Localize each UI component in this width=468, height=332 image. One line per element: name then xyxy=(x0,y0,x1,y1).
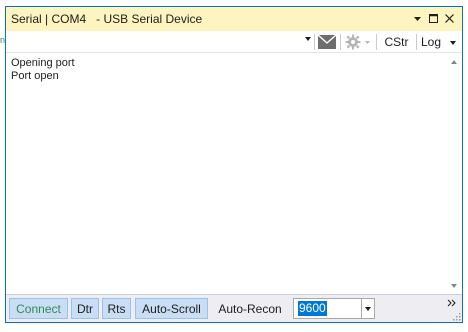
dtr-toggle-button[interactable]: Dtr xyxy=(71,298,99,319)
toolbar-separator xyxy=(376,34,377,50)
chevron-down-icon xyxy=(450,41,456,45)
title-bar[interactable]: Serial | COM4 - USB Serial Device xyxy=(6,7,462,31)
app-root: n Serial | COM4 - USB Serial Device CStr… xyxy=(0,0,468,332)
cstr-button[interactable]: CStr xyxy=(379,32,414,52)
log-output[interactable]: Opening port Port open xyxy=(6,54,446,294)
send-message-button[interactable] xyxy=(316,32,338,52)
baud-rate-dropdown-button[interactable] xyxy=(361,299,374,318)
toolbar: CStr Log xyxy=(6,31,462,53)
restore-icon xyxy=(429,14,438,23)
toolbar-separator xyxy=(416,34,417,50)
chevron-down-icon xyxy=(365,307,371,311)
auto-recon-toggle-button[interactable]: Auto-Recon xyxy=(211,298,289,319)
baud-rate-value[interactable]: 9600 xyxy=(298,301,327,316)
toolbar-overflow-button[interactable] xyxy=(447,299,457,309)
scroll-down-arrow-icon[interactable] xyxy=(451,284,457,288)
auto-scroll-toggle-button[interactable]: Auto-Scroll xyxy=(135,298,208,319)
log-line: Opening port xyxy=(11,57,75,69)
restore-button[interactable] xyxy=(427,11,440,26)
envelope-icon xyxy=(317,34,337,49)
scroll-up-arrow-icon[interactable] xyxy=(451,60,457,64)
baud-rate-combobox[interactable]: 9600 xyxy=(293,298,375,319)
gear-icon xyxy=(345,34,370,50)
double-chevron-icon xyxy=(447,299,456,307)
log-line: Port open xyxy=(11,70,59,82)
chevron-down-icon xyxy=(414,17,421,21)
toolbar-separator xyxy=(314,34,315,50)
close-button[interactable] xyxy=(443,11,456,26)
close-icon xyxy=(445,14,454,23)
rts-toggle-button[interactable]: Rts xyxy=(102,298,131,319)
chevron-down-icon xyxy=(305,37,311,41)
serial-tool-window: Serial | COM4 - USB Serial Device CStr L… xyxy=(5,6,463,323)
background-window-fragment: n xyxy=(0,35,6,45)
resize-grip-icon[interactable] xyxy=(453,313,461,321)
settings-dropdown-button[interactable] xyxy=(343,32,373,52)
toolbar-separator xyxy=(340,34,341,50)
connect-toggle-button[interactable]: Connect xyxy=(9,298,68,319)
window-menu-dropdown-button[interactable] xyxy=(411,11,424,26)
status-bar: Connect Dtr Rts Auto-Scroll Auto-Recon 9… xyxy=(6,294,462,322)
port-select[interactable] xyxy=(8,33,313,50)
log-dropdown-button[interactable]: Log xyxy=(418,32,444,52)
window-title: Serial | COM4 - USB Serial Device xyxy=(11,12,203,26)
vertical-scrollbar[interactable] xyxy=(446,54,462,294)
